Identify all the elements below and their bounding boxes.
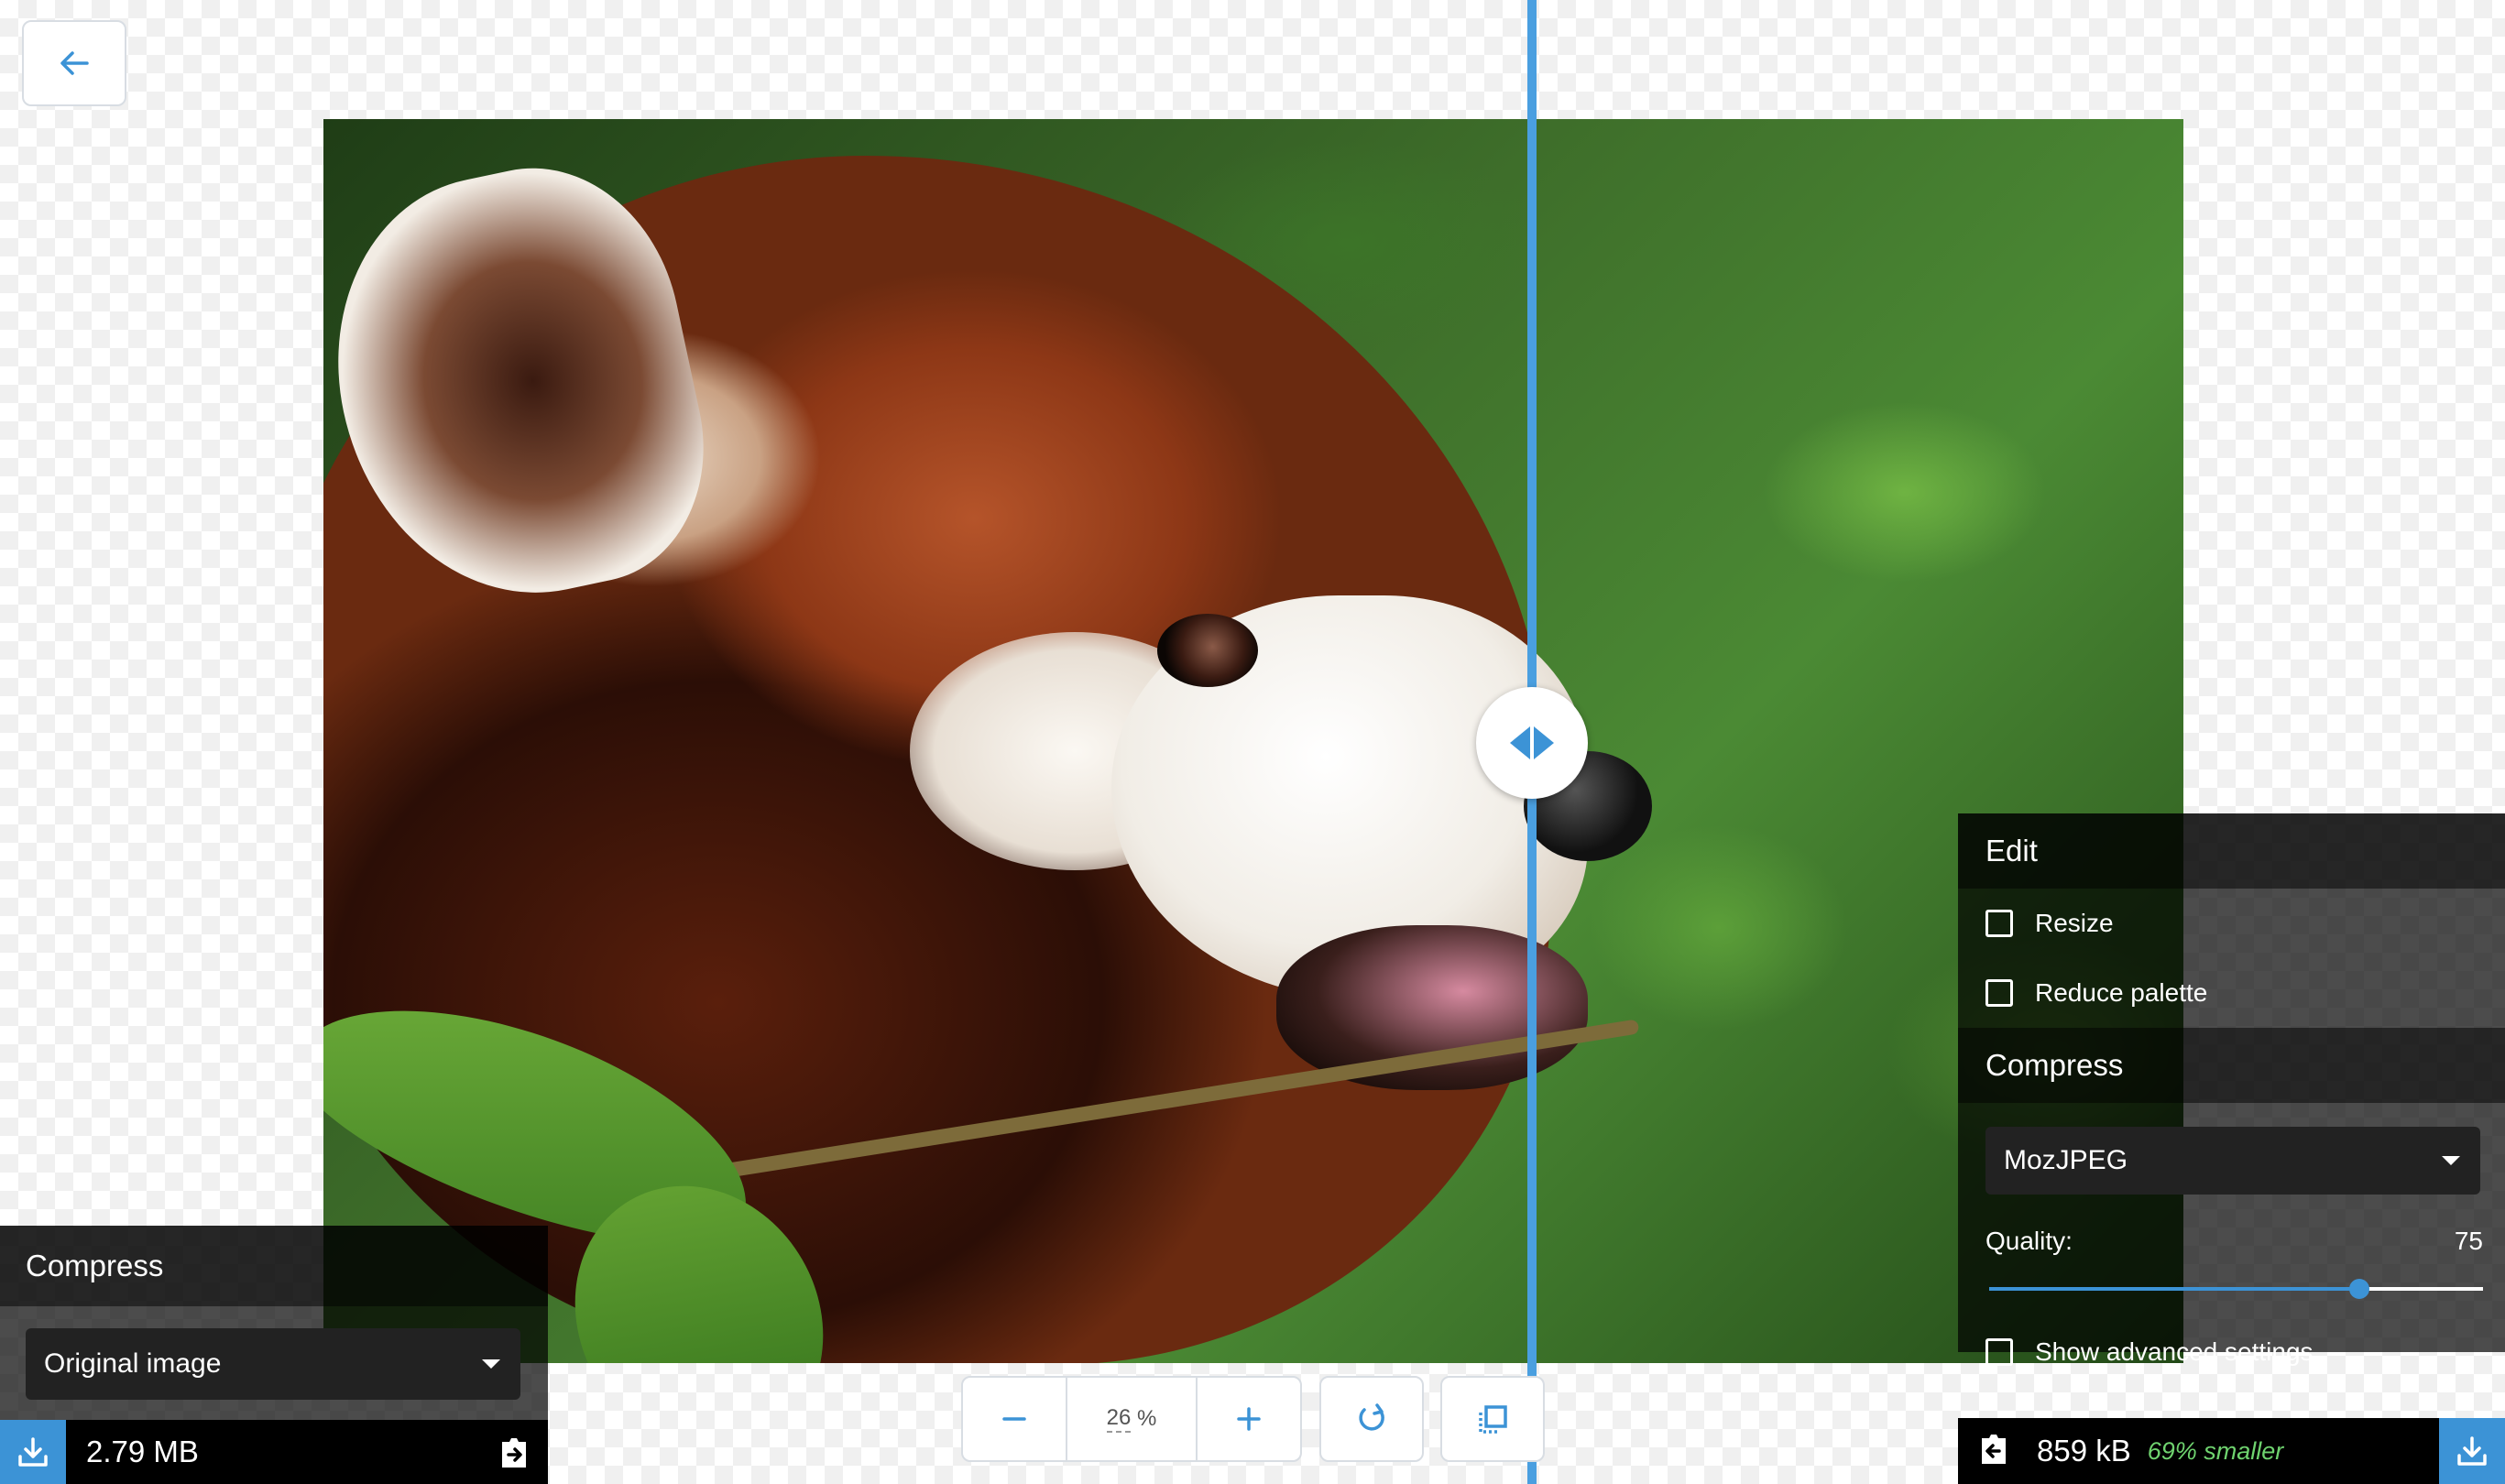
- zoom-in-button[interactable]: [1198, 1378, 1300, 1460]
- right-options-panel: Edit Resize Reduce palette Compress MozJ…: [1958, 813, 2505, 1484]
- codec-select[interactable]: MozJPEG: [1985, 1127, 2480, 1195]
- left-panel-title: Compress: [0, 1226, 548, 1306]
- download-compressed-button[interactable]: [2439, 1418, 2505, 1484]
- resize-option[interactable]: Resize: [1958, 889, 2505, 958]
- background-toggle-icon: [1479, 1405, 1507, 1434]
- zoom-out-button[interactable]: [963, 1378, 1066, 1460]
- copy-to-left-button[interactable]: [1976, 1431, 2011, 1472]
- back-button[interactable]: [22, 20, 126, 106]
- codec-value: MozJPEG: [2004, 1145, 2128, 1175]
- download-icon: [2457, 1436, 2487, 1466]
- back-arrow-icon: [60, 51, 89, 75]
- quality-label: Quality:: [1985, 1227, 2073, 1255]
- rotate-icon: [1359, 1403, 1384, 1431]
- compress-section-title: Compress: [1958, 1028, 2505, 1103]
- left-codec-value: Original image: [44, 1348, 222, 1379]
- compare-handle-icon[interactable]: [1476, 687, 1588, 799]
- panda-eye: [1157, 614, 1258, 687]
- resize-label: Resize: [2035, 909, 2114, 937]
- download-icon: [18, 1437, 48, 1467]
- zoom-controls: 26 %: [961, 1376, 1302, 1462]
- chevron-down-icon: [482, 1359, 500, 1369]
- minus-icon: [1002, 1417, 1026, 1421]
- resize-checkbox[interactable]: [1985, 910, 2013, 937]
- chevron-down-icon: [2442, 1156, 2460, 1165]
- advanced-settings-checkbox[interactable]: [1985, 1338, 2013, 1366]
- compressed-file-size: 859 kB: [2037, 1434, 2131, 1468]
- quality-value[interactable]: 75: [2455, 1227, 2483, 1256]
- zoom-unit: %: [1137, 1406, 1157, 1431]
- advanced-settings-label: Show advanced settings: [2035, 1337, 2314, 1366]
- quality-slider-thumb[interactable]: [2349, 1279, 2370, 1299]
- zoom-level[interactable]: 26 %: [1066, 1378, 1198, 1460]
- size-savings: 69% smaller: [2147, 1436, 2284, 1465]
- plus-icon: [1237, 1407, 1261, 1431]
- quality-slider[interactable]: [1989, 1266, 2483, 1312]
- copy-to-side-icon: [1982, 1434, 2006, 1464]
- rotate-button[interactable]: [1319, 1376, 1424, 1462]
- reduce-palette-option[interactable]: Reduce palette: [1958, 958, 2505, 1028]
- zoom-value: 26: [1106, 1405, 1132, 1433]
- left-codec-select[interactable]: Original image: [26, 1328, 520, 1400]
- left-options-panel: Compress Original image 2.79 MB: [0, 1226, 548, 1484]
- copy-to-right-button[interactable]: [497, 1435, 531, 1476]
- reduce-palette-checkbox[interactable]: [1985, 979, 2013, 1007]
- background-toggle-button[interactable]: [1440, 1376, 1545, 1462]
- advanced-settings-option[interactable]: Show advanced settings: [1958, 1317, 2505, 1387]
- copy-to-side-icon: [502, 1438, 526, 1468]
- reduce-palette-label: Reduce palette: [2035, 978, 2208, 1007]
- quality-slider-fill: [1989, 1287, 2360, 1291]
- image-preview[interactable]: [323, 119, 2183, 1363]
- download-original-button[interactable]: [0, 1420, 66, 1484]
- original-file-size: 2.79 MB: [86, 1435, 199, 1468]
- edit-section-title: Edit: [1958, 813, 2505, 889]
